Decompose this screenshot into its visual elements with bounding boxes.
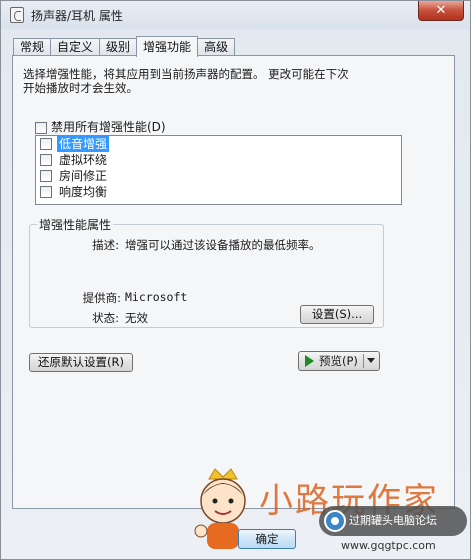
tab-custom[interactable]: 自定义: [50, 38, 101, 56]
provider-label: 提供商:: [82, 291, 121, 305]
window-title: 扬声器/耳机 属性: [31, 9, 123, 23]
title-bar[interactable]: 扬声器/耳机 属性 ✕: [1, 1, 470, 29]
list-item[interactable]: 低音增强: [36, 136, 401, 152]
list-item-label: 房间修正: [59, 169, 108, 183]
list-item[interactable]: 响度均衡: [36, 184, 401, 200]
tab-advanced[interactable]: 高级: [197, 38, 236, 56]
list-item-label: 低音增强: [57, 136, 110, 152]
play-icon: [305, 355, 314, 367]
disable-all-label: 禁用所有增强性能(D): [51, 120, 166, 134]
tab-strip: 常规 自定义 级别 增强功能 高级: [13, 36, 236, 57]
chevron-down-icon[interactable]: [367, 358, 375, 363]
close-button[interactable]: ✕: [418, 1, 464, 21]
preview-button[interactable]: 预览(P): [298, 351, 380, 371]
settings-button[interactable]: 设置(S)...: [300, 305, 374, 324]
disable-all-checkbox[interactable]: 禁用所有增强性能(D): [35, 118, 166, 135]
tab-enhancements[interactable]: 增强功能: [136, 36, 199, 57]
description-label: 描述:: [92, 238, 119, 252]
split-divider: [363, 354, 364, 368]
forum-logo-icon: [324, 510, 346, 532]
properties-group-title: 增强性能属性: [37, 216, 114, 233]
status-label: 状态:: [92, 311, 119, 325]
status-value: 无效: [125, 311, 148, 325]
forum-badge: 过期罐头电脑论坛: [319, 506, 467, 536]
enhancements-list[interactable]: 低音增强 虚拟环绕 房间修正 响度均衡: [35, 135, 402, 205]
checkbox-box[interactable]: [35, 121, 47, 134]
tab-general[interactable]: 常规: [13, 38, 52, 56]
tab-levels[interactable]: 级别: [99, 38, 138, 56]
item-checkbox[interactable]: [40, 186, 52, 198]
ok-button[interactable]: 确定: [238, 529, 296, 549]
item-checkbox[interactable]: [40, 138, 52, 150]
site-url: www.gqgtpc.com: [341, 539, 436, 552]
forum-badge-text: 过期罐头电脑论坛: [349, 514, 437, 527]
restore-defaults-button[interactable]: 还原默认设置(R): [29, 353, 133, 372]
list-item-label: 虚拟环绕: [59, 153, 108, 167]
properties-window: 扬声器/耳机 属性 ✕ 常规 自定义 级别 增强功能 高级 选择增强性能，将其应…: [0, 0, 471, 560]
speaker-icon: [10, 7, 24, 23]
list-item-label: 响度均衡: [59, 185, 108, 199]
item-checkbox[interactable]: [40, 170, 52, 182]
item-checkbox[interactable]: [40, 154, 52, 166]
provider-value: Microsoft: [125, 290, 188, 304]
enhancements-description: 选择增强性能，将其应用到当前扬声器的配置。 更改可能在下次 开始播放时才会生效。: [23, 67, 349, 95]
list-item[interactable]: 房间修正: [36, 168, 401, 184]
description-value: 增强可以通过该设备播放的最低频率。: [125, 238, 321, 252]
list-item[interactable]: 虚拟环绕: [36, 152, 401, 168]
close-icon: ✕: [435, 3, 447, 18]
preview-label: 预览(P): [319, 354, 358, 368]
